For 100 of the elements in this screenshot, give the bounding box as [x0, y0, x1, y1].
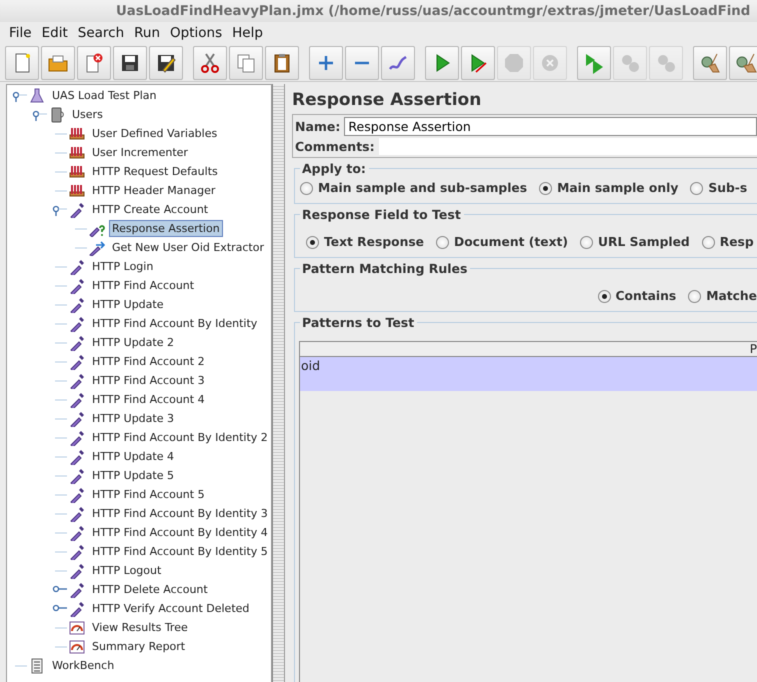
tree-item[interactable]: HTTP Update 5	[89, 467, 177, 484]
radio-icon[interactable]	[539, 182, 552, 194]
toolbar-button[interactable]	[425, 46, 459, 80]
menu-item[interactable]: Run	[129, 25, 166, 41]
tree-item[interactable]: Get New User Oid Extractor	[109, 239, 268, 256]
window-title: UasLoadFindHeavyPlan.jmx (/home/russ/uas/accountmgr/extras/jmeter/UasLoadFind	[116, 4, 750, 18]
radio-option[interactable]: Contains	[598, 289, 676, 303]
copy-pages-icon	[235, 52, 257, 74]
radio-icon[interactable]	[598, 290, 610, 302]
toolbar-button[interactable]	[461, 46, 495, 80]
pipette-icon	[69, 258, 85, 274]
pipette-icon	[69, 562, 85, 578]
column-header[interactable]: P	[750, 342, 757, 356]
radio-option[interactable]: Sub-s	[690, 181, 748, 195]
pipette-icon	[69, 278, 85, 294]
group-title: Apply to:	[300, 161, 369, 176]
toolbar-button[interactable]	[265, 46, 299, 80]
tree-item[interactable]: HTTP Update 4	[89, 448, 177, 465]
tree-item[interactable]: Summary Report	[89, 638, 188, 655]
tree-item[interactable]: HTTP Find Account 2	[89, 353, 208, 370]
gauge-icon	[69, 620, 85, 636]
pipette-icon	[69, 354, 85, 370]
radio-icon[interactable]	[702, 236, 715, 248]
radio-option[interactable]: Document (text)	[436, 235, 568, 249]
tree-item[interactable]: HTTP Update 2	[89, 334, 177, 351]
editor-title: Response Assertion	[292, 90, 482, 112]
double-play-icon	[583, 52, 605, 74]
radio-icon[interactable]	[580, 236, 594, 248]
tree-item[interactable]: HTTP Header Manager	[89, 182, 218, 199]
tree-item[interactable]: HTTP Create Account	[89, 201, 212, 218]
name-field[interactable]: Response Assertion	[344, 117, 757, 136]
pipette-icon	[69, 392, 85, 408]
menu-item[interactable]: Help	[227, 25, 268, 41]
tree-item[interactable]: Response Assertion	[109, 220, 223, 237]
field-label: Name:	[295, 119, 340, 134]
radio-option[interactable]: Main sample and sub-samples	[300, 181, 528, 195]
tree-item[interactable]: HTTP Logout	[89, 562, 164, 579]
radio-icon[interactable]	[306, 236, 319, 248]
radio-icon[interactable]	[300, 182, 313, 194]
group-title: Pattern Matching Rules	[300, 261, 470, 276]
tree-item[interactable]: HTTP Find Account By Identity 5	[89, 543, 271, 560]
radio-option[interactable]: URL Sampled	[580, 235, 690, 249]
tree-item[interactable]: User Incrementer	[89, 144, 191, 161]
radio-option[interactable]: Text Response	[306, 235, 424, 249]
radio-icon[interactable]	[690, 182, 704, 194]
toolbar-button[interactable]	[5, 46, 39, 80]
tree-item[interactable]: Users	[69, 106, 106, 123]
group-title: Response Field to Test	[300, 207, 464, 222]
pipette-icon	[69, 316, 85, 332]
pipette-icon	[69, 296, 85, 312]
test-tube-rack-icon	[69, 144, 85, 160]
pipette-icon	[69, 486, 85, 502]
menu-item[interactable]: Options	[165, 25, 228, 41]
pipette-icon	[69, 202, 85, 218]
scissors-icon	[199, 52, 221, 74]
tree-item[interactable]: UAS Load Test Plan	[49, 87, 160, 104]
tree-item[interactable]: HTTP Find Account By Identity 4	[89, 524, 271, 541]
tree-item[interactable]: HTTP Find Account By Identity	[89, 315, 260, 332]
pipette-arrow-icon	[89, 240, 105, 256]
tree-item[interactable]: HTTP Find Account By Identity 3	[89, 505, 271, 522]
tree-item[interactable]: HTTP Find Account 5	[89, 486, 208, 503]
radio-option[interactable]: Matche	[688, 289, 757, 303]
tree-item[interactable]: View Results Tree	[89, 619, 191, 636]
group-title: Patterns to Test	[300, 315, 418, 330]
tree-item[interactable]: HTTP Find Account By Identity 2	[89, 429, 271, 446]
pipette-icon	[69, 506, 85, 522]
tree-item[interactable]: HTTP Find Account 4	[89, 391, 208, 408]
radio-icon[interactable]	[436, 236, 449, 248]
pipette-icon	[69, 430, 85, 446]
tree-item[interactable]: WorkBench	[49, 657, 118, 674]
menu-item[interactable]: Search	[72, 25, 130, 41]
radio-option[interactable]: Resp	[702, 235, 754, 249]
toolbar-button[interactable]	[729, 46, 757, 80]
flask-icon	[29, 88, 45, 104]
radio-icon[interactable]	[688, 290, 702, 302]
tree-item[interactable]: HTTP Login	[89, 258, 156, 275]
pipette-icon	[69, 410, 85, 426]
toolbar-button[interactable]	[193, 46, 227, 80]
tree-item[interactable]: HTTP Verify Account Deleted	[89, 600, 252, 617]
pipette-icon	[69, 334, 85, 350]
toolbar-button[interactable]	[113, 46, 147, 80]
test-tube-rack-icon	[69, 164, 85, 180]
pipette-icon	[69, 524, 85, 540]
tree-item[interactable]: HTTP Delete Account	[89, 581, 211, 598]
gauge-icon	[69, 638, 85, 654]
tree-item[interactable]: HTTP Update	[89, 296, 166, 313]
table-row[interactable]: oid	[300, 357, 757, 391]
pipette-icon	[69, 544, 85, 560]
toolbar-button[interactable]	[149, 46, 183, 80]
tree-item[interactable]: HTTP Update 3	[89, 410, 177, 427]
tree-item[interactable]: HTTP Request Defaults	[89, 163, 221, 180]
tree-item[interactable]: HTTP Find Account	[89, 277, 198, 294]
menu-item[interactable]: File	[4, 25, 37, 41]
tree-item[interactable]: HTTP Find Account 3	[89, 372, 208, 389]
test-tube-rack-icon	[69, 126, 85, 142]
pipette-icon	[69, 468, 85, 484]
menu-item[interactable]: Edit	[36, 25, 73, 41]
radio-option[interactable]: Main sample only	[539, 181, 678, 195]
tree-item[interactable]: User Defined Variables	[89, 125, 220, 142]
pipette-icon	[69, 582, 85, 598]
